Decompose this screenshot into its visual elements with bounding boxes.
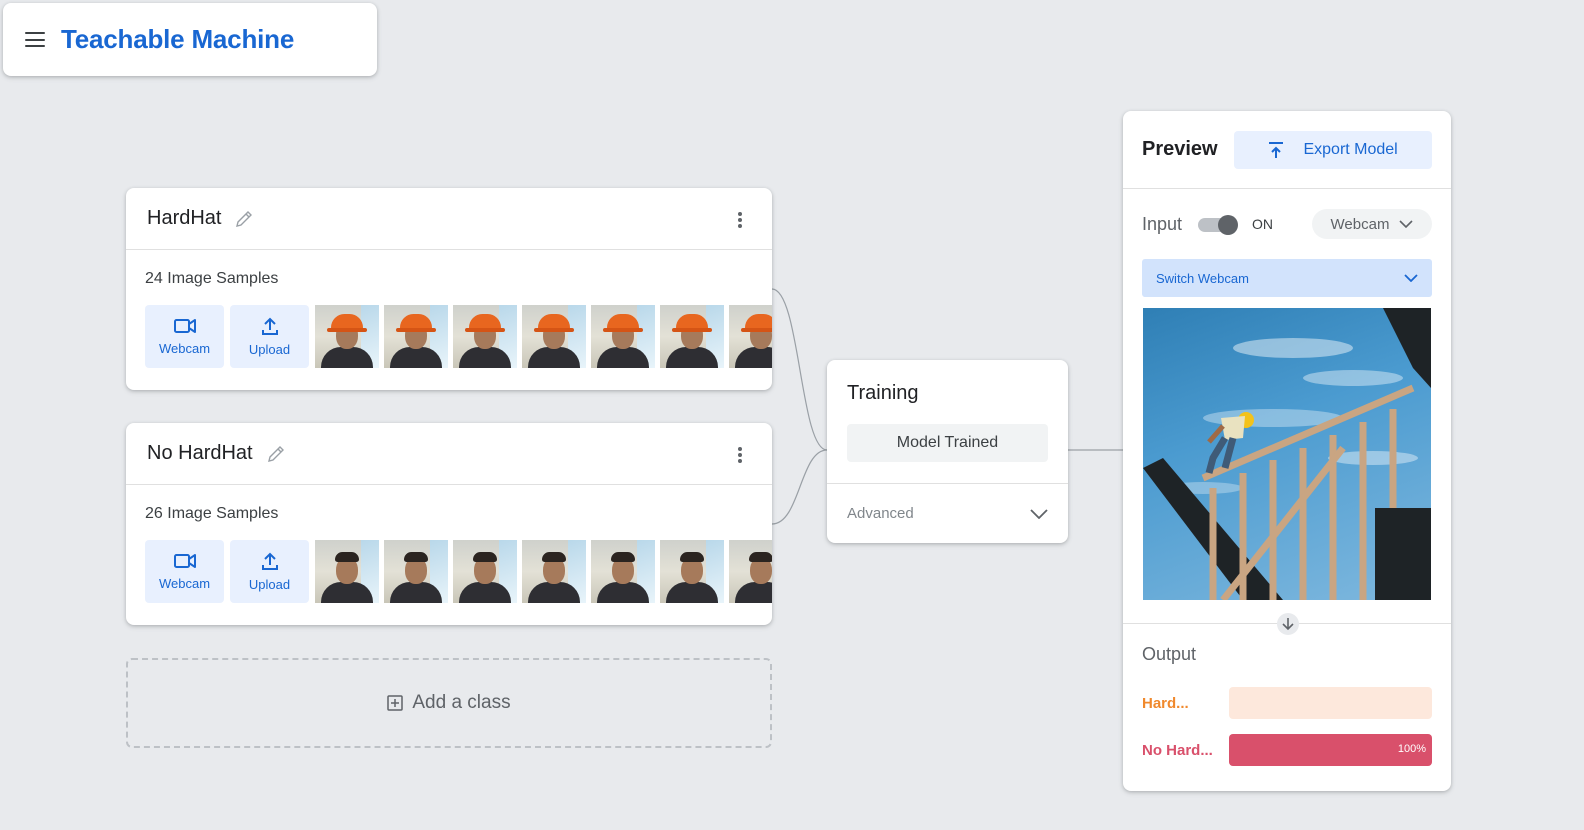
sample-thumbnail[interactable] bbox=[591, 540, 655, 603]
menu-icon[interactable] bbox=[25, 32, 45, 47]
app-title[interactable]: Teachable Machine bbox=[61, 24, 294, 55]
toggle-state: ON bbox=[1252, 216, 1274, 232]
output-label: No Hard... bbox=[1142, 741, 1213, 759]
training-title: Training bbox=[847, 382, 919, 404]
video-camera-icon bbox=[173, 319, 196, 333]
chevron-down-icon bbox=[1399, 220, 1414, 228]
sample-thumbnail[interactable] bbox=[522, 305, 586, 368]
input-source-select[interactable]: Webcam bbox=[1312, 209, 1432, 239]
upload-button[interactable]: Upload bbox=[230, 305, 309, 368]
class-header: HardHat bbox=[126, 188, 772, 250]
input-source-value: Webcam bbox=[1330, 215, 1390, 233]
output-row-no-hardhat: No Hard... 100% bbox=[1142, 734, 1432, 766]
sample-thumbnail[interactable] bbox=[729, 305, 772, 368]
edit-pencil-icon[interactable] bbox=[265, 443, 287, 465]
switch-webcam-dropdown[interactable]: Switch Webcam bbox=[1142, 259, 1432, 297]
video-camera-icon bbox=[173, 554, 196, 568]
construction-worker-scene bbox=[1143, 308, 1431, 600]
chevron-down-icon bbox=[1030, 508, 1048, 519]
sample-thumbnail[interactable] bbox=[522, 540, 586, 603]
output-title: Output bbox=[1142, 644, 1197, 664]
input-toggle[interactable] bbox=[1198, 214, 1239, 235]
class-name[interactable]: No HardHat bbox=[147, 442, 253, 465]
export-model-label: Export Model bbox=[1303, 140, 1398, 158]
training-card: Training Model Trained Advanced bbox=[827, 360, 1068, 543]
more-options-icon[interactable] bbox=[738, 447, 742, 463]
add-class-label: Add a class bbox=[412, 692, 511, 713]
input-row: Input ON Webcam bbox=[1123, 189, 1451, 259]
sample-thumbnail[interactable] bbox=[384, 540, 448, 603]
webcam-button[interactable]: Webcam bbox=[145, 305, 224, 368]
samples-count: 24 Image Samples bbox=[145, 270, 279, 287]
export-model-button[interactable]: Export Model bbox=[1233, 130, 1432, 169]
preview-header: Preview Export Model bbox=[1123, 111, 1451, 189]
preview-panel: Preview Export Model Input ON Webcam Swi… bbox=[1123, 111, 1451, 791]
sample-thumbnail[interactable] bbox=[453, 305, 517, 368]
advanced-label: Advanced bbox=[847, 505, 914, 522]
upload-label: Upload bbox=[248, 342, 291, 357]
upload-icon bbox=[261, 552, 278, 570]
output-row-hardhat: Hard... bbox=[1142, 687, 1432, 719]
confidence-percent: 100% bbox=[1397, 743, 1426, 755]
sample-thumbnails bbox=[315, 540, 772, 603]
sample-thumbnail[interactable] bbox=[729, 540, 772, 603]
switch-webcam-label: Switch Webcam bbox=[1156, 270, 1249, 286]
sample-thumbnails bbox=[315, 305, 772, 368]
advanced-toggle[interactable]: Advanced bbox=[827, 483, 1068, 543]
sample-thumbnail[interactable] bbox=[453, 540, 517, 603]
sample-thumbnail[interactable] bbox=[384, 305, 448, 368]
add-box-icon bbox=[387, 695, 404, 711]
class-card-hardhat: HardHat 24 Image Samples Webcam Upload bbox=[126, 188, 772, 390]
preview-title: Preview bbox=[1142, 138, 1218, 160]
webcam-label: Webcam bbox=[158, 341, 211, 356]
export-upload-icon bbox=[1269, 141, 1284, 158]
class-name[interactable]: HardHat bbox=[147, 207, 221, 230]
add-class-button[interactable]: Add a class bbox=[126, 658, 772, 748]
confidence-bar: 100% bbox=[1229, 734, 1432, 766]
webcam-button[interactable]: Webcam bbox=[145, 540, 224, 603]
output-label: Hard... bbox=[1142, 694, 1189, 712]
more-options-icon[interactable] bbox=[738, 212, 742, 228]
samples-count: 26 Image Samples bbox=[145, 505, 279, 522]
samples-row: Webcam Upload bbox=[145, 305, 772, 368]
train-model-button[interactable]: Model Trained bbox=[847, 424, 1048, 462]
webcam-preview-image bbox=[1143, 308, 1431, 600]
input-label: Input bbox=[1142, 213, 1183, 234]
webcam-label: Webcam bbox=[158, 576, 211, 591]
sample-thumbnail[interactable] bbox=[315, 305, 379, 368]
sample-thumbnail[interactable] bbox=[591, 305, 655, 368]
class-card-no-hardhat: No HardHat 26 Image Samples Webcam Uploa… bbox=[126, 423, 772, 625]
upload-button[interactable]: Upload bbox=[230, 540, 309, 603]
upload-label: Upload bbox=[248, 577, 291, 592]
sample-thumbnail[interactable] bbox=[660, 305, 724, 368]
chevron-down-icon bbox=[1404, 274, 1418, 282]
arrow-down-icon bbox=[1277, 613, 1299, 635]
edit-pencil-icon[interactable] bbox=[233, 208, 255, 230]
class-header: No HardHat bbox=[126, 423, 772, 485]
sample-thumbnail[interactable] bbox=[315, 540, 379, 603]
sample-thumbnail[interactable] bbox=[660, 540, 724, 603]
upload-icon bbox=[261, 317, 278, 335]
confidence-bar bbox=[1229, 687, 1432, 719]
app-header: Teachable Machine bbox=[3, 3, 377, 76]
samples-row: Webcam Upload bbox=[145, 540, 772, 603]
